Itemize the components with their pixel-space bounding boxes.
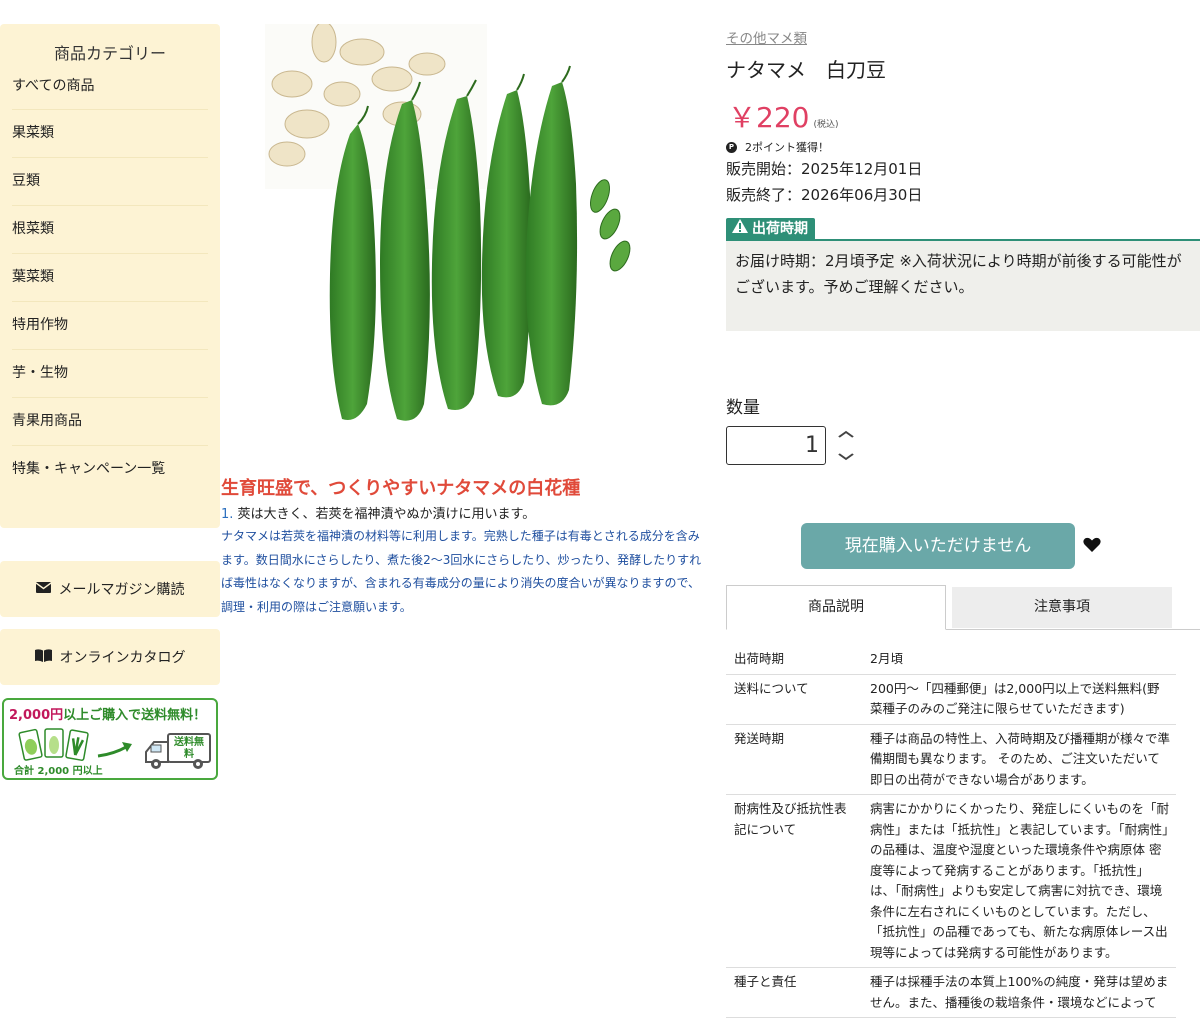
mail-magazine-button[interactable]: メールマガジン購読: [0, 561, 220, 617]
category-list: すべての商品 果菜類 豆類 根菜類 葉菜類 特用作物 芋・生物 青果用商品 特集…: [0, 63, 220, 493]
quantity-input[interactable]: [726, 426, 826, 465]
category-item-campaigns[interactable]: 特集・キャンペーン一覧: [12, 446, 208, 493]
feature-text: 莢は大きく、若莢を福神漬やぬか漬けに用います。: [237, 507, 536, 522]
spec-value: 種子は商品の特性上、入荷時期及び播種期が様々で準備期間も異なります。 そのため、…: [870, 730, 1171, 787]
category-item-fruit-vegetables[interactable]: 果菜類: [12, 110, 208, 158]
category-item-all[interactable]: すべての商品: [12, 63, 208, 110]
envelope-icon: [35, 581, 51, 597]
spec-value: 2月頃: [870, 651, 903, 666]
sale-end-date: 販売終了：2026年06月30日: [726, 186, 923, 204]
table-row: 発送時期 種子は商品の特性上、入荷時期及び播種期が様々で準備期間も異なります。 …: [726, 724, 1176, 795]
product-image: [265, 24, 631, 421]
product-name: ナタマメ 白刀豆: [726, 58, 886, 82]
category-item-beans[interactable]: 豆類: [12, 158, 208, 206]
feature-number: 1.: [221, 507, 234, 522]
price-value: ￥220: [728, 101, 810, 134]
tax-label: (税込): [813, 120, 839, 130]
online-catalog-button[interactable]: オンラインカタログ: [0, 629, 220, 685]
sale-start-date: 販売開始：2025年12月01日: [726, 160, 923, 178]
warning-icon: [732, 218, 748, 240]
table-row: 種子と責任 種子は採種手法の本質上100%の純度・発芽は望めません。また、播種後…: [726, 968, 1176, 1018]
category-item-produce[interactable]: 青果用商品: [12, 398, 208, 446]
table-row: 耐病性及び抵抗性表記について 病害にかかりにくかったり、発症しにくいものを「耐病…: [726, 795, 1176, 968]
buy-button[interactable]: 現在購入いただけません: [801, 523, 1075, 569]
category-sidebar: 商品カテゴリー すべての商品 果菜類 豆類 根菜類 葉菜類 特用作物 芋・生物 …: [0, 24, 220, 528]
open-book-icon: [34, 648, 52, 666]
sidebar-title: 商品カテゴリー: [53, 44, 166, 63]
online-catalog-label: オンラインカタログ: [59, 650, 186, 666]
arrow-icon: [97, 742, 132, 758]
favorite-heart-icon[interactable]: [1083, 534, 1101, 558]
tab-product-description[interactable]: 商品説明: [726, 585, 946, 630]
table-row: 出荷時期 2月頃: [726, 645, 1176, 674]
shipping-period-label: 出荷時期: [726, 218, 815, 240]
product-tabs: 商品説明 注意事項: [726, 585, 1200, 630]
spec-key: 送料について: [734, 680, 809, 696]
toxicity-note: ナタマメは若莢を福神漬の材料等に利用します。完熟した種子は有毒とされる成分を含み…: [221, 529, 702, 614]
category-item-leaf-vegetables[interactable]: 葉菜類: [12, 254, 208, 302]
points-text: 2ポイント獲得！: [745, 141, 829, 154]
free-shipping-banner[interactable]: 2,000円以上ご購入で送料無料！ 送料無料 合計 2,000 円以上: [2, 698, 218, 780]
category-link[interactable]: その他マメ類: [726, 27, 807, 47]
spec-value: 200円〜「四種郵便」は2,000円以上で送料無料(野菜種子のみのご発注に限らせ…: [870, 680, 1160, 717]
tab-notes[interactable]: 注意事項: [952, 587, 1172, 628]
price: ￥220 (税込): [728, 96, 838, 136]
truck-label: 送料無料: [174, 737, 204, 760]
seed-packets-icon: [18, 728, 89, 761]
mail-magazine-label: メールマガジン購読: [58, 582, 185, 598]
spec-key: 出荷時期: [734, 651, 785, 666]
spec-value: 種子は採種手法の本質上100%の純度・発芽は望めません。また、播種後の栽培条件・…: [870, 974, 1169, 1010]
category-item-special-crops[interactable]: 特用作物: [12, 302, 208, 350]
category-item-tubers[interactable]: 芋・生物: [12, 350, 208, 398]
table-row: 送料について 200円〜「四種郵便」は2,000円以上で送料無料(野菜種子のみの…: [726, 674, 1176, 724]
spec-table: 出荷時期 2月頃 送料について 200円〜「四種郵便」は2,000円以上で送料無…: [726, 645, 1176, 1018]
shipping-period-box: お届け時期：2月頃予定 ※入荷状況により時期が前後する可能性がございます。予めご…: [726, 239, 1200, 331]
quantity-label: 数量: [726, 398, 760, 418]
spec-value: 病害にかかりにくかったり、発症しにくいものを「耐病性」または「抵抗性」と表記して…: [870, 801, 1170, 960]
quantity-increase-icon[interactable]: [838, 427, 855, 442]
banner-headline: 2,000円以上ご購入で送料無料！: [9, 708, 207, 723]
spec-key: 種子と責任: [734, 974, 797, 989]
point-icon: P: [726, 141, 737, 153]
spec-key: 耐病性及び抵抗性表記について: [734, 801, 847, 837]
category-item-root-vegetables[interactable]: 根菜類: [12, 206, 208, 254]
quantity-decrease-icon[interactable]: [838, 450, 855, 465]
points-info: P 2ポイント獲得！: [726, 139, 829, 155]
catch-copy: 生育旺盛で、つくりやすいナタマメの白花種: [221, 478, 581, 499]
spec-key: 発送時期: [734, 730, 785, 746]
banner-subtext: 合計 2,000 円以上: [14, 766, 103, 777]
feature-point-1: 1. 莢は大きく、若莢を福神漬やぬか漬けに用います。: [221, 503, 535, 522]
